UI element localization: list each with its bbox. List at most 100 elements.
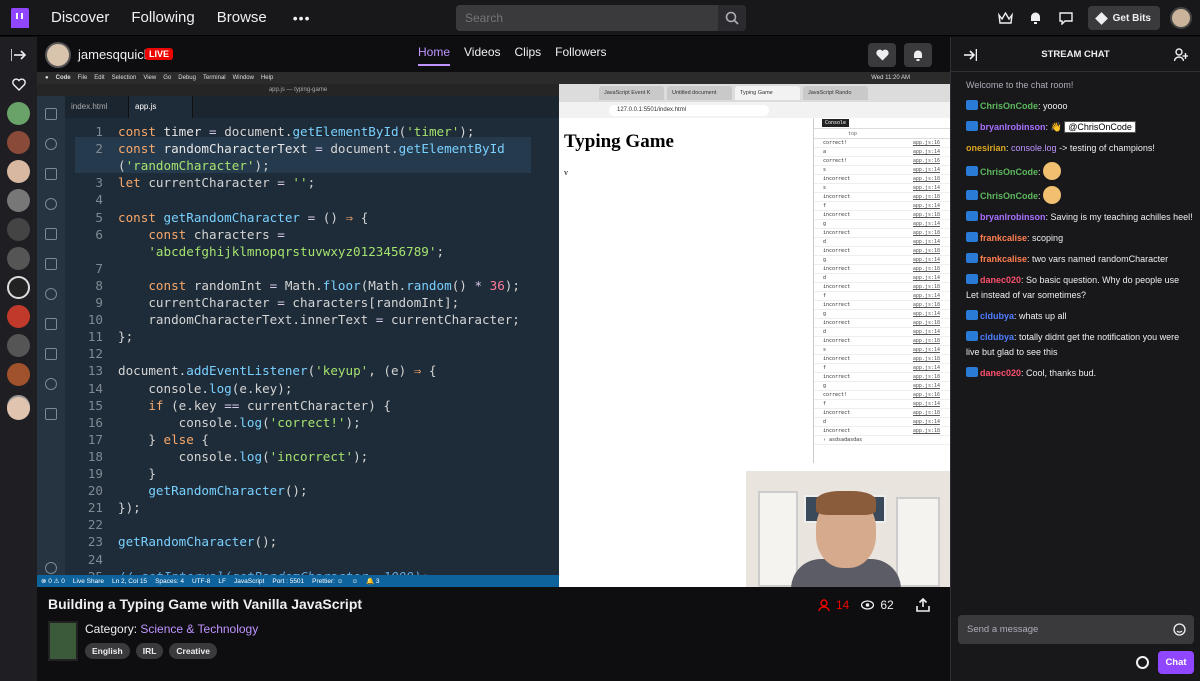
- chat-username[interactable]: ChrisOnCode: [980, 167, 1038, 177]
- chat-username[interactable]: bryanlrobinson: [980, 122, 1046, 132]
- mac-menu-item: Terminal: [202, 75, 226, 81]
- console-log-row: f app.js:14: [814, 400, 950, 409]
- category-link[interactable]: Science & Technology: [140, 622, 258, 636]
- tab-home[interactable]: Home: [418, 45, 451, 66]
- live-badge: LIVE: [145, 48, 174, 60]
- code-line: console.log('incorrect');: [118, 448, 369, 464]
- tag-creative[interactable]: Creative: [169, 643, 217, 659]
- chat-username[interactable]: danec020: [980, 368, 1021, 378]
- channel-avatar[interactable]: [45, 42, 71, 68]
- nav-following[interactable]: Following: [131, 9, 194, 26]
- followed-channel-avatar[interactable]: [7, 276, 30, 299]
- chat-input[interactable]: Send a message: [958, 615, 1194, 644]
- category-box-art[interactable]: [48, 621, 78, 661]
- chat-username[interactable]: ChrisOnCode: [980, 191, 1038, 201]
- mac-menu-item: Selection: [111, 75, 137, 81]
- chat-username[interactable]: cldubya: [980, 311, 1014, 321]
- console-log-row: s app.js:14: [814, 346, 950, 355]
- emote-picker-icon[interactable]: [1173, 623, 1186, 636]
- code-editor: 1 const timer = document.getElementById('…: [65, 124, 559, 584]
- nav-discover[interactable]: Discover: [51, 9, 109, 26]
- extensions-icon: [45, 228, 57, 240]
- followed-channel-avatar[interactable]: [7, 305, 30, 328]
- console-log-row: correct! app.js:16: [814, 391, 950, 400]
- line-number: 15: [87, 397, 103, 413]
- vscode-title: app.js — typing-game: [37, 84, 559, 96]
- search-button[interactable]: [718, 5, 746, 31]
- address-bar: 127.0.0.1:5501/index.html: [559, 102, 950, 118]
- get-bits-button[interactable]: Get Bits: [1087, 6, 1160, 30]
- share-icon[interactable]: [915, 598, 930, 612]
- followed-channel-avatar[interactable]: [7, 247, 30, 270]
- crown-icon[interactable]: [998, 10, 1014, 26]
- console-log-row: correct! app.js:16: [814, 139, 950, 148]
- chat-username[interactable]: cldubya: [980, 332, 1014, 342]
- tag-english[interactable]: English: [85, 643, 130, 659]
- line-number: 11: [87, 329, 103, 345]
- console-log-row: incorrect app.js:18: [814, 301, 950, 310]
- whispers-icon[interactable]: [1058, 10, 1074, 26]
- followed-channel-avatar[interactable]: [7, 131, 30, 154]
- followed-channel-avatar[interactable]: [7, 334, 30, 357]
- notifications-bell-icon[interactable]: [1028, 10, 1044, 26]
- webcam-overlay: [746, 471, 950, 587]
- followed-channel-avatar[interactable]: [7, 397, 30, 420]
- community-users-icon[interactable]: [1174, 48, 1188, 61]
- nav-browse[interactable]: Browse: [217, 9, 267, 26]
- follow-button[interactable]: [868, 43, 896, 67]
- code-line: getRandomCharacter();: [148, 483, 308, 499]
- user-avatar[interactable]: [1170, 7, 1192, 29]
- chat-mention[interactable]: @ChrisOnCode: [1064, 121, 1136, 133]
- followed-channel-avatar[interactable]: [7, 160, 30, 183]
- line-number: 9: [95, 295, 103, 310]
- channel-name[interactable]: jamesqquick: [78, 47, 150, 62]
- code-line: console.log('correct!');: [118, 414, 361, 430]
- console-log-row: d app.js:14: [814, 274, 950, 283]
- code-line: let currentCharacter = '';: [118, 175, 316, 191]
- followed-channel-avatar[interactable]: [7, 102, 30, 125]
- chat-text: two vars named randomCharacter: [1032, 254, 1169, 264]
- mac-menu-item: Debug: [178, 75, 196, 81]
- subscriber-badge-icon: [966, 232, 978, 242]
- chat-send-button[interactable]: Chat: [1158, 651, 1194, 674]
- notifications-button[interactable]: [904, 43, 932, 67]
- console-log-row: f app.js:14: [814, 202, 950, 211]
- chat-username[interactable]: bryanlrobinson: [980, 212, 1046, 222]
- console-log-row: s app.js:14: [814, 184, 950, 193]
- chat-placeholder: Send a message: [967, 624, 1039, 635]
- collapse-sidebar-icon[interactable]: [11, 49, 27, 61]
- chat-username[interactable]: onesirian: [966, 143, 1006, 153]
- code-line: console.log(e.key);: [118, 380, 293, 396]
- followed-channel-avatar[interactable]: [7, 189, 30, 212]
- tag-irl[interactable]: IRL: [135, 643, 164, 659]
- chat-username[interactable]: frankcalise: [980, 233, 1027, 243]
- chat-username[interactable]: ChrisOnCode: [980, 101, 1038, 111]
- console-log-row: incorrect app.js:18: [814, 193, 950, 202]
- console-log-row: incorrect app.js:18: [814, 211, 950, 220]
- code-line: };: [118, 329, 134, 345]
- video-player[interactable]: ● Code File Edit Selection View Go Debug…: [37, 72, 950, 587]
- followed-channel-avatar[interactable]: [7, 218, 30, 241]
- console-context: top: [814, 129, 950, 139]
- search-input[interactable]: [456, 5, 718, 31]
- chat-settings-gear-icon[interactable]: [1136, 656, 1149, 669]
- chat-username[interactable]: danec020: [980, 275, 1021, 285]
- collapse-chat-icon[interactable]: [963, 49, 977, 61]
- line-number: 1: [95, 124, 103, 139]
- more-menu-icon[interactable]: •••: [293, 10, 311, 26]
- twitch-logo-icon[interactable]: [11, 7, 29, 28]
- followed-heart-icon: [12, 78, 26, 91]
- mac-menu-item: Edit: [94, 75, 105, 81]
- tab-clips[interactable]: Clips: [515, 45, 542, 66]
- browser-tab: JavaScript Rando: [803, 86, 868, 100]
- bookshelf: [896, 497, 940, 587]
- tab-videos[interactable]: Videos: [464, 45, 500, 66]
- code-line: });: [118, 500, 141, 516]
- subscriber-badge-icon: [966, 121, 978, 131]
- chat-username[interactable]: frankcalise: [980, 254, 1027, 264]
- statusbar-item: Live Share: [72, 577, 104, 585]
- line-number: 4: [95, 192, 103, 208]
- apple-icon: ●: [45, 75, 49, 81]
- tab-followers[interactable]: Followers: [555, 45, 606, 66]
- chat-text: scoping: [1032, 233, 1064, 243]
